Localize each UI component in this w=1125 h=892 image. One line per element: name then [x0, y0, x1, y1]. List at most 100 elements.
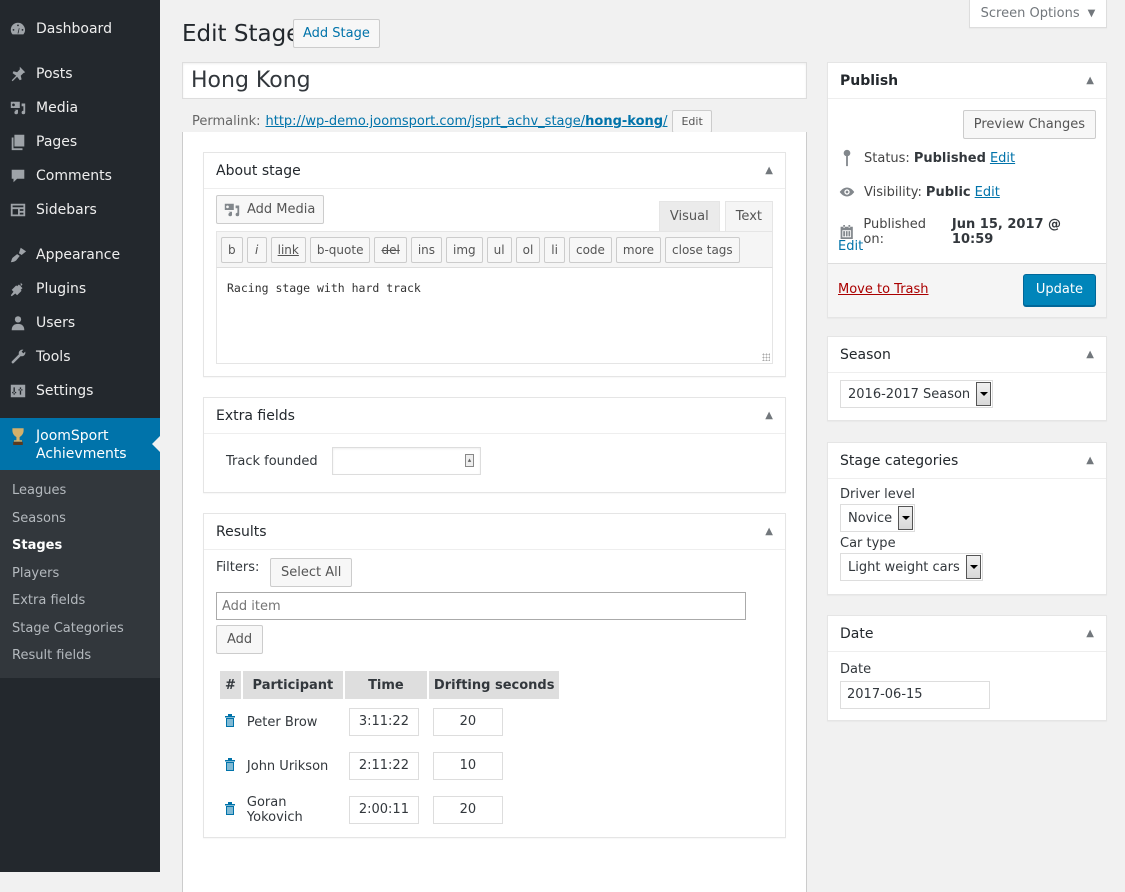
time-input[interactable]: 2:11:22	[348, 752, 419, 780]
edit-visibility-link[interactable]: Edit	[975, 185, 1000, 200]
qt-ol-button[interactable]: ol	[515, 236, 541, 263]
preview-changes-button[interactable]: Preview Changes	[962, 110, 1096, 139]
stage-categories-box: Stage categories ▲ Driver level Novice C…	[827, 442, 1107, 595]
screen-options-button[interactable]: Screen Options ▼	[969, 0, 1107, 28]
qt-link-button[interactable]: link	[270, 236, 306, 263]
dropdown-arrow-icon	[976, 382, 992, 406]
permalink-edit-button[interactable]: Edit	[672, 110, 712, 133]
paintbrush-icon	[0, 246, 36, 264]
sidebar-item-sidebars[interactable]: Sidebars	[0, 193, 160, 227]
media-icon	[224, 203, 240, 216]
trash-icon[interactable]	[224, 713, 236, 727]
date-header[interactable]: Date ▲	[828, 616, 1106, 652]
add-item-input[interactable]	[216, 592, 746, 620]
add-button[interactable]: Add	[216, 625, 264, 654]
date-label: Date	[840, 662, 872, 677]
publish-header[interactable]: Publish ▲	[828, 63, 1106, 99]
permalink-link[interactable]: http://wp-demo.joomsport.com/jsprt_achv_…	[266, 114, 668, 129]
resize-handle[interactable]	[762, 353, 770, 361]
time-input[interactable]: 3:11:22	[348, 708, 419, 736]
tab-text[interactable]: Text	[724, 201, 773, 232]
sidebar-item-users[interactable]: Users	[0, 306, 160, 340]
time-input[interactable]: 2:00:11	[348, 796, 419, 824]
sidebar-item-posts[interactable]: Posts	[0, 57, 160, 91]
car-type-select[interactable]: Light weight cars	[840, 553, 983, 581]
edit-status-link[interactable]: Edit	[990, 151, 1015, 166]
add-stage-button[interactable]: Add Stage	[293, 19, 380, 48]
update-button[interactable]: Update	[1022, 274, 1096, 306]
qt-bold-button[interactable]: b	[221, 236, 243, 263]
sidebar-item-joomsport-achievments[interactable]: JoomSport Achievments	[0, 418, 160, 470]
filters-label: Filters:	[216, 560, 260, 575]
date-input[interactable]: 2017-06-15	[840, 681, 990, 709]
qt-ins-button[interactable]: ins	[410, 236, 443, 263]
car-type-label: Car type	[840, 536, 896, 551]
column-header-drifting-seconds: Drifting seconds	[428, 671, 560, 699]
number-spinner-icon[interactable]: ▴	[465, 454, 474, 467]
submenu-item-leagues[interactable]: Leagues	[0, 479, 160, 507]
active-menu-arrow	[152, 436, 160, 452]
submenu-item-players[interactable]: Players	[0, 562, 160, 590]
drifting-seconds-input[interactable]: 20	[432, 796, 503, 824]
submenu-item-stage-categories[interactable]: Stage Categories	[0, 617, 160, 645]
collapse-arrow-icon[interactable]: ▲	[765, 526, 773, 537]
qt-ul-button[interactable]: ul	[486, 236, 512, 263]
submenu-item-extra-fields[interactable]: Extra fields	[0, 589, 160, 617]
sidebar-item-dashboard[interactable]: Dashboard	[0, 12, 160, 46]
move-to-trash-link[interactable]: Move to Trash	[838, 282, 929, 297]
publish-box: Publish ▲ Preview Changes Status: Publish…	[827, 62, 1107, 318]
trash-icon[interactable]	[224, 757, 236, 771]
post-title-input[interactable]: Hong Kong	[182, 62, 807, 99]
trash-icon[interactable]	[224, 801, 236, 815]
season-select[interactable]: 2016-2017 Season	[840, 380, 994, 408]
participant-name: Peter Brow	[246, 714, 318, 730]
qt-more-button[interactable]: more	[615, 236, 662, 263]
submenu-item-stages[interactable]: Stages	[0, 534, 160, 562]
sidebar-item-plugins[interactable]: Plugins	[0, 272, 160, 306]
table-row: John Urikson 2:11:22 10	[220, 745, 559, 787]
collapse-arrow-icon[interactable]: ▲	[1086, 628, 1094, 639]
submenu-item-result-fields[interactable]: Result fields	[0, 644, 160, 672]
driver-level-select[interactable]: Novice	[840, 504, 916, 532]
active-menu-label: JoomSport Achievments	[36, 428, 127, 462]
sidebar-item-appearance[interactable]: Appearance	[0, 238, 160, 272]
tab-visual[interactable]: Visual	[658, 201, 720, 231]
qt-del-button[interactable]: del	[374, 236, 407, 263]
table-row: Goran Yokovich 2:00:11 20	[220, 789, 559, 831]
page-title: Edit Stage	[182, 21, 301, 47]
sidebar-item-comments[interactable]: Comments	[0, 159, 160, 193]
collapse-arrow-icon[interactable]: ▲	[765, 410, 773, 421]
results-header[interactable]: Results ▲	[204, 514, 785, 550]
column-header-time: Time	[344, 671, 427, 699]
drifting-seconds-input[interactable]: 20	[432, 708, 503, 736]
season-header[interactable]: Season ▲	[828, 337, 1106, 373]
collapse-arrow-icon[interactable]: ▲	[1086, 75, 1094, 86]
add-media-button[interactable]: Add Media	[216, 195, 325, 224]
track-founded-input[interactable]: ▴	[332, 447, 481, 475]
select-all-button[interactable]: Select All	[270, 558, 353, 587]
sidebar-item-tools[interactable]: Tools	[0, 340, 160, 374]
trophy-icon	[0, 427, 36, 447]
sidebar-item-media[interactable]: Media	[0, 91, 160, 125]
edit-date-link[interactable]: Edit	[838, 239, 863, 254]
stage-categories-header[interactable]: Stage categories ▲	[828, 443, 1106, 479]
sidebar-item-settings[interactable]: Settings	[0, 374, 160, 408]
qt-li-button[interactable]: li	[544, 236, 565, 263]
participant-name: John Urikson	[246, 758, 329, 774]
results-box: Results ▲ Filters: Select All Add # Part…	[203, 513, 786, 838]
collapse-arrow-icon[interactable]: ▲	[1086, 349, 1094, 360]
about-stage-header[interactable]: About stage ▲	[204, 153, 785, 189]
content-textarea[interactable]: Racing stage with hard track	[216, 268, 773, 364]
qt-blockquote-button[interactable]: b-quote	[309, 236, 371, 263]
collapse-arrow-icon[interactable]: ▲	[765, 165, 773, 176]
qt-code-button[interactable]: code	[568, 236, 612, 263]
submenu-item-seasons[interactable]: Seasons	[0, 507, 160, 535]
visibility-row: Visibility: Public Edit	[838, 183, 1000, 201]
qt-close-tags-button[interactable]: close tags	[665, 236, 740, 263]
extra-fields-header[interactable]: Extra fields ▲	[204, 398, 785, 434]
qt-italic-button[interactable]: i	[246, 236, 267, 263]
sidebar-item-pages[interactable]: Pages	[0, 125, 160, 159]
drifting-seconds-input[interactable]: 10	[432, 752, 503, 780]
qt-img-button[interactable]: img	[446, 236, 483, 263]
collapse-arrow-icon[interactable]: ▲	[1086, 455, 1094, 466]
